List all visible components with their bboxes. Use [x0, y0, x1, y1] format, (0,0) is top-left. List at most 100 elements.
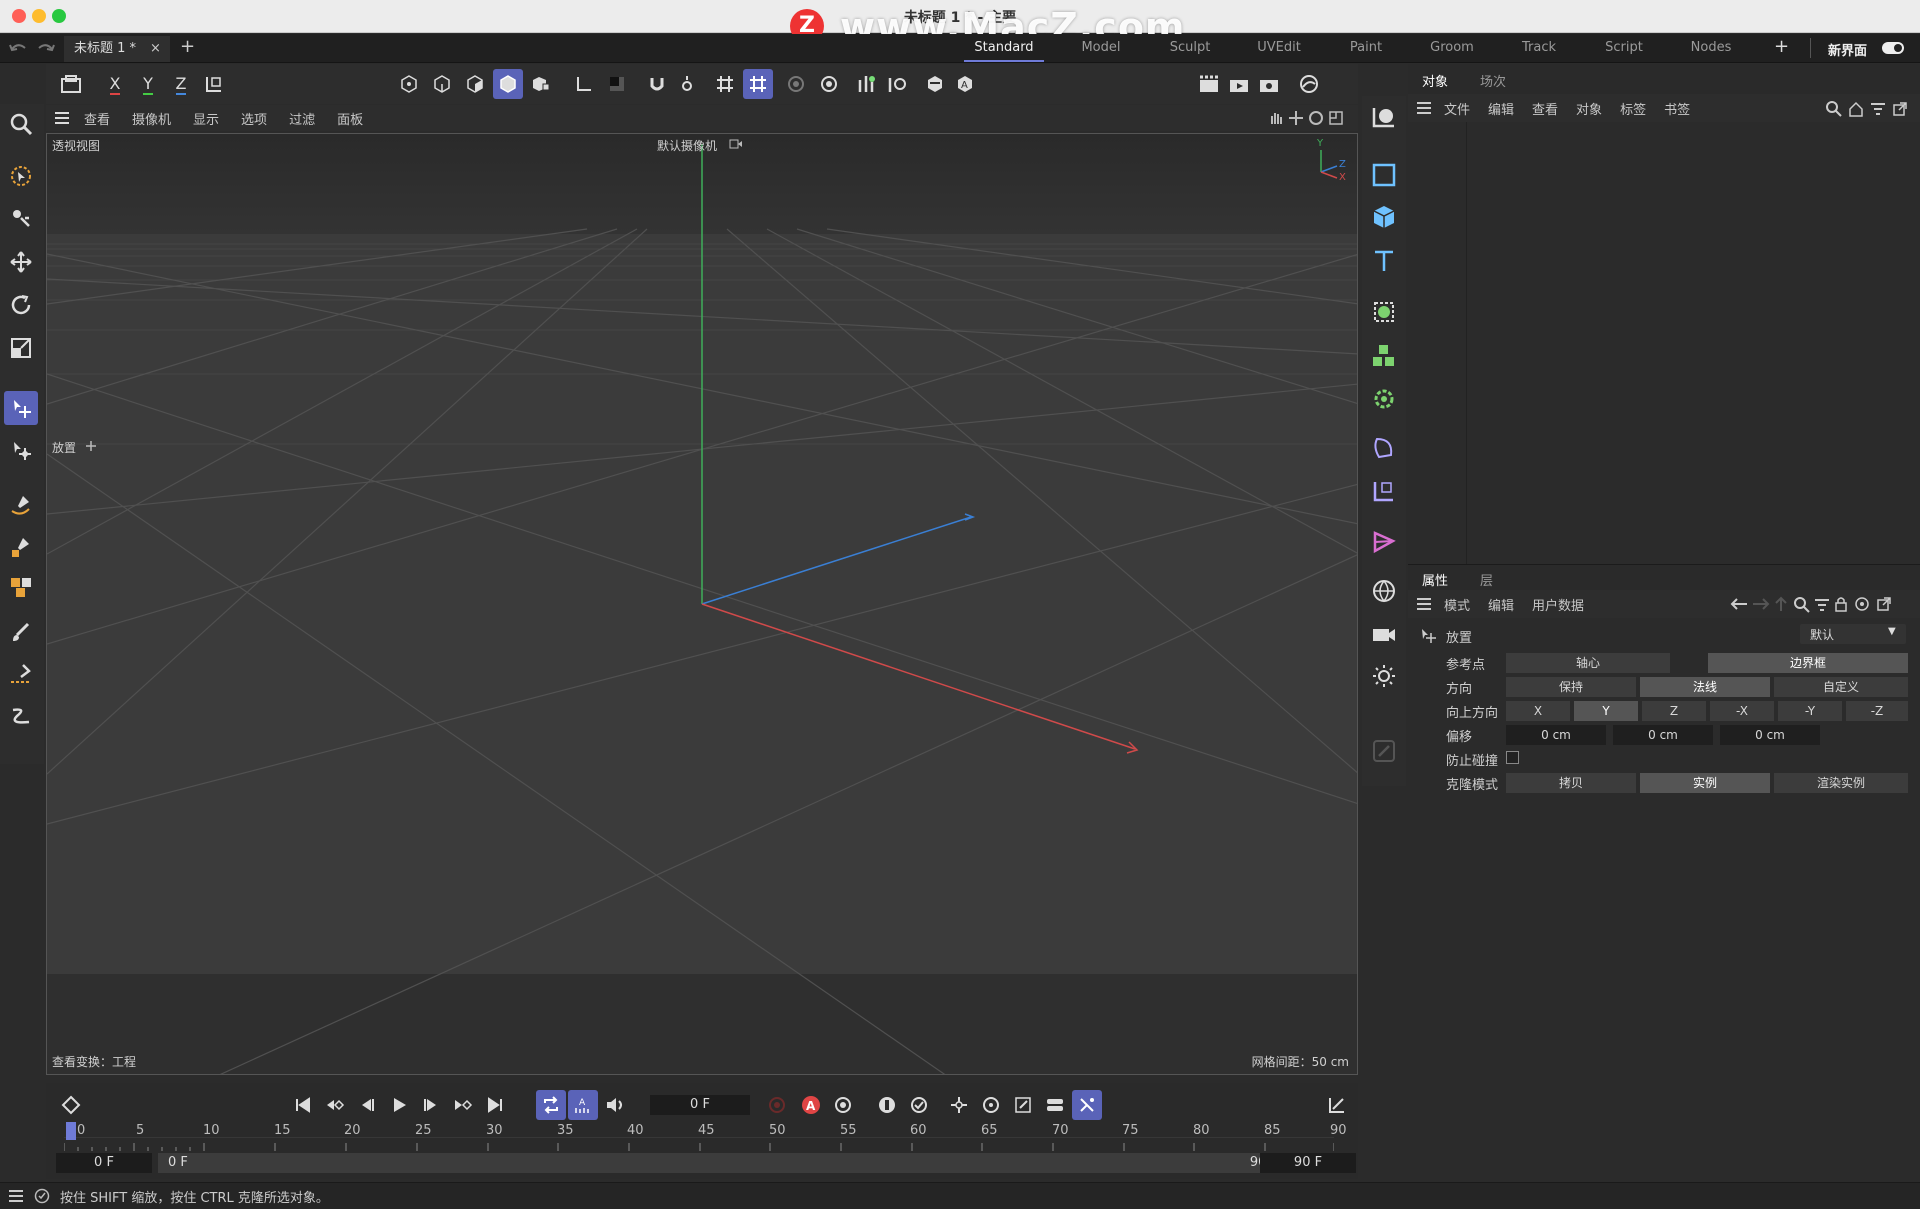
prev-frame-icon[interactable]: [352, 1090, 382, 1120]
tab-takes[interactable]: 场次: [1480, 71, 1506, 90]
render-settings-icon[interactable]: [814, 69, 844, 99]
key-pla-icon[interactable]: [1072, 1090, 1102, 1120]
collision-checkbox[interactable]: [1506, 751, 1519, 764]
forward-arrow-icon[interactable]: [1752, 597, 1770, 611]
spline-pen-icon[interactable]: [6, 490, 36, 520]
cubes-tool-icon[interactable]: [6, 572, 36, 602]
move-tool-icon[interactable]: [6, 247, 36, 277]
edges-mode-icon[interactable]: [427, 69, 457, 99]
y-axis-lock-icon[interactable]: Y: [133, 69, 163, 99]
rotate-tool-icon[interactable]: [6, 290, 36, 320]
om-hamburger-icon[interactable]: [1416, 101, 1432, 115]
z-axis-lock-icon[interactable]: Z: [166, 69, 196, 99]
up-neg-y-button[interactable]: -Y: [1778, 701, 1842, 721]
coordinate-system-icon[interactable]: [199, 69, 229, 99]
attr-hamburger-icon[interactable]: [1416, 597, 1432, 611]
om-menu-object[interactable]: 对象: [1576, 99, 1602, 118]
key-rotation-icon[interactable]: [976, 1090, 1006, 1120]
up-arrow-icon[interactable]: [1774, 596, 1788, 612]
add-object-icon[interactable]: [852, 69, 882, 99]
range-end-field[interactable]: 90 F: [1260, 1153, 1356, 1173]
attr-filter-icon[interactable]: [1814, 597, 1830, 613]
place-tool-icon[interactable]: [4, 391, 38, 425]
brush-icon[interactable]: [6, 618, 36, 648]
spline-sketch-icon[interactable]: [6, 532, 36, 562]
layout-track[interactable]: Track: [1501, 34, 1577, 62]
project-icon[interactable]: [56, 69, 86, 99]
clone-instance-button[interactable]: 实例: [1640, 773, 1770, 793]
quantize-grid-icon[interactable]: [743, 69, 773, 99]
tab-layers[interactable]: 层: [1480, 570, 1493, 589]
mograph-selection-icon[interactable]: [1369, 527, 1399, 557]
move-view-icon[interactable]: [1288, 110, 1304, 126]
up-x-button[interactable]: X: [1506, 701, 1570, 721]
search-icon[interactable]: [6, 109, 36, 139]
record-icon[interactable]: [762, 1090, 792, 1120]
key-lock-icon[interactable]: [872, 1090, 902, 1120]
loop-icon[interactable]: [536, 1090, 566, 1120]
camera-link-icon[interactable]: [729, 138, 743, 150]
viewport-menu-options[interactable]: 选项: [241, 109, 267, 128]
effector-icon[interactable]: [1369, 384, 1399, 414]
attr-menu-userdata[interactable]: 用户数据: [1532, 595, 1584, 614]
undo-icon[interactable]: [8, 40, 28, 56]
polygons-mode-icon[interactable]: [460, 69, 490, 99]
up-z-button[interactable]: Z: [1642, 701, 1706, 721]
field-icon[interactable]: [1369, 476, 1399, 506]
object-list[interactable]: [1408, 122, 1920, 564]
solo-mode-icon[interactable]: [602, 69, 632, 99]
up-neg-x-button[interactable]: -X: [1710, 701, 1774, 721]
viewport-menu-display[interactable]: 显示: [193, 109, 219, 128]
model-mode-icon[interactable]: [493, 69, 523, 99]
line-cut-icon[interactable]: [6, 659, 36, 689]
auto-range-icon[interactable]: A: [568, 1090, 598, 1120]
hamburger-menu-icon[interactable]: [54, 111, 70, 125]
range-start-field[interactable]: 0 F: [56, 1153, 152, 1173]
key-scale-icon[interactable]: [1008, 1090, 1038, 1120]
prev-key-icon[interactable]: [320, 1090, 350, 1120]
generator-settings-icon[interactable]: [882, 69, 912, 99]
camera-st-icon[interactable]: [1369, 619, 1399, 649]
preset-dropdown[interactable]: 默认 ▼: [1800, 624, 1906, 644]
playhead[interactable]: [66, 1122, 76, 1140]
cloner-icon[interactable]: [1369, 341, 1399, 371]
hexagon-tool-icon[interactable]: [920, 69, 950, 99]
om-new-window-icon[interactable]: [1892, 101, 1908, 117]
document-tab[interactable]: 未标题 1 * ×: [64, 36, 170, 62]
add-layout-icon[interactable]: +: [1774, 36, 1789, 57]
redo-icon[interactable]: [36, 40, 56, 56]
timeline-window-icon[interactable]: [1322, 1090, 1352, 1120]
layout-nodes[interactable]: Nodes: [1673, 34, 1749, 62]
next-frame-icon[interactable]: [416, 1090, 446, 1120]
render-view-icon[interactable]: [1194, 69, 1224, 99]
reference-bbox-button[interactable]: 边界框: [1708, 653, 1908, 673]
direction-keep-button[interactable]: 保持: [1506, 677, 1636, 697]
spline-smooth-icon[interactable]: [6, 701, 36, 731]
generator-icon[interactable]: [1369, 297, 1399, 327]
viewport-menu-camera[interactable]: 摄像机: [132, 109, 171, 128]
pan-view-icon[interactable]: [1268, 110, 1284, 126]
attr-menu-edit[interactable]: 编辑: [1488, 595, 1514, 614]
up-y-button[interactable]: Y: [1574, 701, 1638, 721]
current-frame-field[interactable]: 0 F: [650, 1095, 750, 1115]
text-object-icon[interactable]: [1369, 246, 1399, 276]
offset-z-field[interactable]: 0 cm: [1720, 725, 1820, 745]
lock-icon[interactable]: [1834, 596, 1848, 612]
status-menu-icon[interactable]: [8, 1189, 24, 1203]
points-mode-icon[interactable]: [394, 69, 424, 99]
play-icon[interactable]: [384, 1090, 414, 1120]
object-mode-icon[interactable]: [526, 69, 556, 99]
add-tab-icon[interactable]: +: [180, 36, 195, 57]
attr-new-window-icon[interactable]: [1876, 596, 1892, 612]
viewport-menu-panel[interactable]: 面板: [337, 109, 363, 128]
snap-icon[interactable]: [642, 69, 672, 99]
viewport-menu-filter[interactable]: 过滤: [289, 109, 315, 128]
direction-normal-button[interactable]: 法线: [1640, 677, 1770, 697]
dynamic-place-icon[interactable]: [6, 435, 36, 465]
perspective-viewport[interactable]: 透视视图 默认摄像机 放置 Y Z X 查看变换：工程 网格间距：50 cm: [46, 133, 1358, 1075]
range-slider[interactable]: 0 F 90 F: [158, 1153, 1288, 1173]
live-selection-icon[interactable]: [6, 161, 36, 191]
layout-standard[interactable]: Standard: [964, 34, 1044, 62]
om-search-icon[interactable]: [1826, 101, 1842, 117]
workplane-icon[interactable]: [569, 69, 599, 99]
